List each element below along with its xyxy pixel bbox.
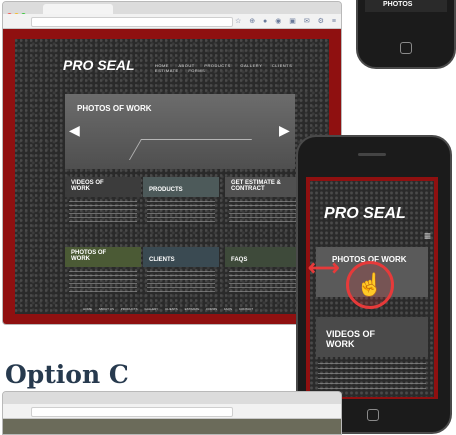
- tile-description: [69, 271, 137, 293]
- top-phone: PHOTOS: [356, 0, 456, 69]
- footer-link[interactable]: CLIENTS: [165, 307, 178, 311]
- footer-link[interactable]: CONTACT: [239, 307, 253, 311]
- top-phone-text: PHOTOS: [383, 1, 413, 8]
- hamburger-icon[interactable]: ≡: [424, 229, 431, 243]
- phone-speaker: [358, 153, 386, 156]
- site-footer: HOME ABOUT US PRODUCTS GALLERY CLIENTS E…: [83, 307, 259, 311]
- phone-logo[interactable]: PRO SEAL: [324, 205, 406, 223]
- browser-window-2: [2, 391, 342, 435]
- tile-title: VIDEOS OF WORK: [71, 180, 104, 192]
- nav-gallery[interactable]: GALLERY: [240, 63, 262, 68]
- tab-bar-2: [3, 392, 341, 404]
- tile-estimate[interactable]: GET ESTIMATE & CONTRACT: [225, 177, 301, 247]
- tile-description: [229, 201, 297, 223]
- top-phone-screen: PHOTOS: [365, 0, 447, 12]
- footer-link[interactable]: HOME: [83, 307, 92, 311]
- tile-title: GET ESTIMATE & CONTRACT: [231, 180, 281, 192]
- footer-link[interactable]: FAQS: [224, 307, 232, 311]
- tile-description: [229, 271, 297, 293]
- nav-clients[interactable]: CLIENTS: [272, 63, 292, 68]
- footer-link[interactable]: GALLERY: [144, 307, 158, 311]
- hero-slider: PHOTOS OF WORK ◀ ▶: [65, 94, 295, 169]
- tile-title: PHOTOS OF WORK: [71, 250, 107, 262]
- footer-link[interactable]: ABOUT US: [99, 307, 114, 311]
- option-heading: Option C: [5, 360, 129, 389]
- slider-prev-icon[interactable]: ◀: [69, 122, 80, 139]
- tab-bar: [3, 2, 341, 18]
- logo-text: PRO SEAL: [63, 57, 135, 73]
- phone-tile-description: [318, 363, 426, 391]
- tile-title: FAQS: [231, 257, 248, 263]
- footer-link[interactable]: ESTIMATE: [185, 307, 200, 311]
- nav-forms[interactable]: FORMS: [188, 68, 205, 73]
- nav-products[interactable]: PRODUCTS: [204, 63, 230, 68]
- phone-tile-title: VIDEOS OF WORK: [326, 329, 376, 349]
- toolbar: ☆ ⊕ ● ◉ ▣ ✉ ⚙ ≡: [3, 14, 341, 29]
- swipe-hand-icon: ☝: [346, 261, 394, 309]
- tile-description: [69, 201, 137, 223]
- site-nav: HOME ABOUT PRODUCTS GALLERY CLIENTS ESTI…: [155, 63, 329, 73]
- toolbar-icons[interactable]: ☆ ⊕ ● ◉ ▣ ✉ ⚙ ≡: [235, 17, 339, 25]
- tile-title: PRODUCTS: [149, 187, 183, 193]
- phone-tile[interactable]: VIDEOS OF WORK: [316, 317, 428, 357]
- tile-description: [147, 201, 215, 223]
- tile-products[interactable]: PRODUCTS: [143, 177, 219, 247]
- swipe-arrow-icon: ⟷: [308, 255, 340, 280]
- toolbar-2: [3, 404, 341, 419]
- phone-home-button[interactable]: [367, 409, 379, 421]
- footer-link[interactable]: PRODUCTS: [121, 307, 138, 311]
- website: PRO SEAL HOME ABOUT PRODUCTS GALLERY CLI…: [3, 29, 341, 324]
- hero-title: PHOTOS OF WORK: [77, 104, 152, 113]
- browser-tab[interactable]: [43, 4, 113, 14]
- address-bar-2[interactable]: [31, 407, 233, 417]
- address-bar[interactable]: [31, 17, 233, 27]
- tile-title: CLIENTS: [149, 257, 175, 263]
- top-phone-home-button[interactable]: [400, 42, 412, 54]
- parking-lines: [128, 139, 253, 160]
- mobile-phone: PRO SEAL ≡ PHOTOS OF WORK ⟷ ☝ VIDEOS OF …: [296, 135, 452, 434]
- asphalt-background: PRO SEAL HOME ABOUT PRODUCTS GALLERY CLI…: [15, 39, 329, 314]
- phone-screen: PRO SEAL ≡ PHOTOS OF WORK ⟷ ☝ VIDEOS OF …: [306, 177, 438, 399]
- site-logo[interactable]: PRO SEAL: [63, 57, 135, 73]
- nav-estimate[interactable]: ESTIMATE: [155, 68, 179, 73]
- footer-link[interactable]: FORMS: [206, 307, 217, 311]
- tile-description: [147, 271, 215, 293]
- slider-next-icon[interactable]: ▶: [279, 122, 290, 139]
- browser-window: ☆ ⊕ ● ◉ ▣ ✉ ⚙ ≡ PRO SEAL HOME ABOUT PROD…: [2, 1, 342, 325]
- phone-logo-text: PRO SEAL: [324, 205, 406, 222]
- tile-videos[interactable]: VIDEOS OF WORK: [65, 177, 141, 247]
